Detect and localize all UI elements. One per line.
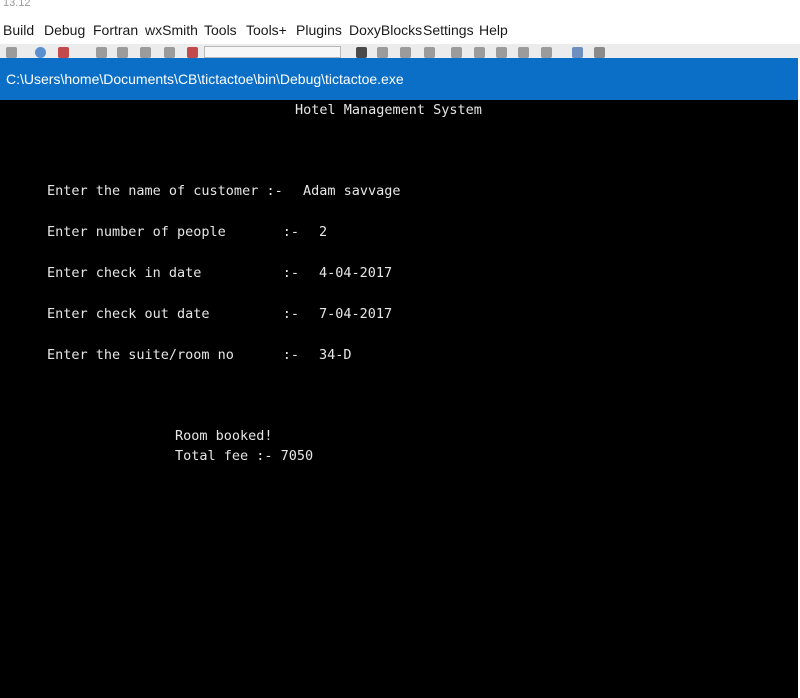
toolbar-window-icon[interactable] bbox=[572, 47, 583, 58]
prompt-customer-name-label: Enter the name of customer :- bbox=[47, 183, 283, 199]
console-heading: Hotel Management System bbox=[295, 102, 482, 118]
console-title-bar[interactable]: C:\Users\home\Documents\CB\tictactoe\bin… bbox=[0, 58, 798, 100]
toolbar-debug-stop-icon[interactable] bbox=[541, 47, 552, 58]
prompt-room-value: 34-D bbox=[319, 347, 352, 363]
ide-top-strip: 13.12 bbox=[0, 0, 800, 14]
toolbar-new-icon[interactable] bbox=[6, 47, 17, 58]
console-title-path: C:\Users\home\Documents\CB\tictactoe\bin… bbox=[6, 71, 404, 87]
prompt-check-out-value: 7-04-2017 bbox=[319, 306, 393, 322]
toolbar-pause-icon[interactable] bbox=[518, 47, 529, 58]
prompt-check-out-label: Enter check out date :- bbox=[47, 306, 299, 322]
toolbar-gear-icon[interactable] bbox=[140, 47, 151, 58]
prompt-customer-name-value: Adam savvage bbox=[303, 183, 401, 199]
prompt-check-in-label: Enter check in date :- bbox=[47, 265, 299, 281]
toolbar-debug-run-icon[interactable] bbox=[356, 47, 367, 58]
toolbar-next-icon[interactable] bbox=[451, 47, 462, 58]
toolbar-stop-icon[interactable] bbox=[58, 47, 69, 58]
toolbar-search-icon[interactable] bbox=[35, 47, 46, 58]
toolbar-info-icon[interactable] bbox=[594, 47, 605, 58]
ide-toolbar bbox=[0, 44, 800, 58]
prompt-people-value: 2 bbox=[319, 224, 328, 240]
toolbar-watch-icon[interactable] bbox=[496, 47, 507, 58]
toolbar-break-icon[interactable] bbox=[474, 47, 485, 58]
toolbar-rebuild-icon[interactable] bbox=[164, 47, 175, 58]
toolbar-abort-icon[interactable] bbox=[187, 47, 198, 58]
menu-wxsmith[interactable]: wxSmith bbox=[145, 22, 198, 38]
toolbar-build-icon[interactable] bbox=[96, 47, 107, 58]
ide-menu-bar: Build Debug Fortran wxSmith Tools Tools+… bbox=[0, 14, 800, 44]
menu-tools-plus[interactable]: Tools+ bbox=[246, 22, 287, 38]
menu-tools[interactable]: Tools bbox=[204, 22, 237, 38]
toolbar-step-into-icon[interactable] bbox=[400, 47, 411, 58]
menu-plugins[interactable]: Plugins bbox=[296, 22, 342, 38]
toolbar-run-icon[interactable] bbox=[117, 47, 128, 58]
ide-top-text: 13.12 bbox=[3, 0, 31, 9]
menu-settings[interactable]: Settings bbox=[423, 22, 474, 38]
prompt-check-in-value: 4-04-2017 bbox=[319, 265, 393, 281]
result-total-fee: Total fee :- 7050 bbox=[175, 448, 314, 464]
menu-fortran[interactable]: Fortran bbox=[93, 22, 138, 38]
prompt-people-label: Enter number of people :- bbox=[47, 224, 299, 240]
toolbar-step-out-icon[interactable] bbox=[424, 47, 435, 58]
menu-build[interactable]: Build bbox=[3, 22, 34, 38]
menu-help[interactable]: Help bbox=[479, 22, 508, 38]
result-booked: Room booked! bbox=[175, 428, 273, 444]
menu-doxyblocks[interactable]: DoxyBlocks bbox=[349, 22, 422, 38]
toolbar-step-icon[interactable] bbox=[377, 47, 388, 58]
menu-debug[interactable]: Debug bbox=[44, 22, 85, 38]
prompt-room-label: Enter the suite/room no :- bbox=[47, 347, 299, 363]
console-output[interactable]: Hotel Management System Enter the name o… bbox=[0, 100, 798, 698]
toolbar-target-select[interactable] bbox=[204, 46, 341, 58]
